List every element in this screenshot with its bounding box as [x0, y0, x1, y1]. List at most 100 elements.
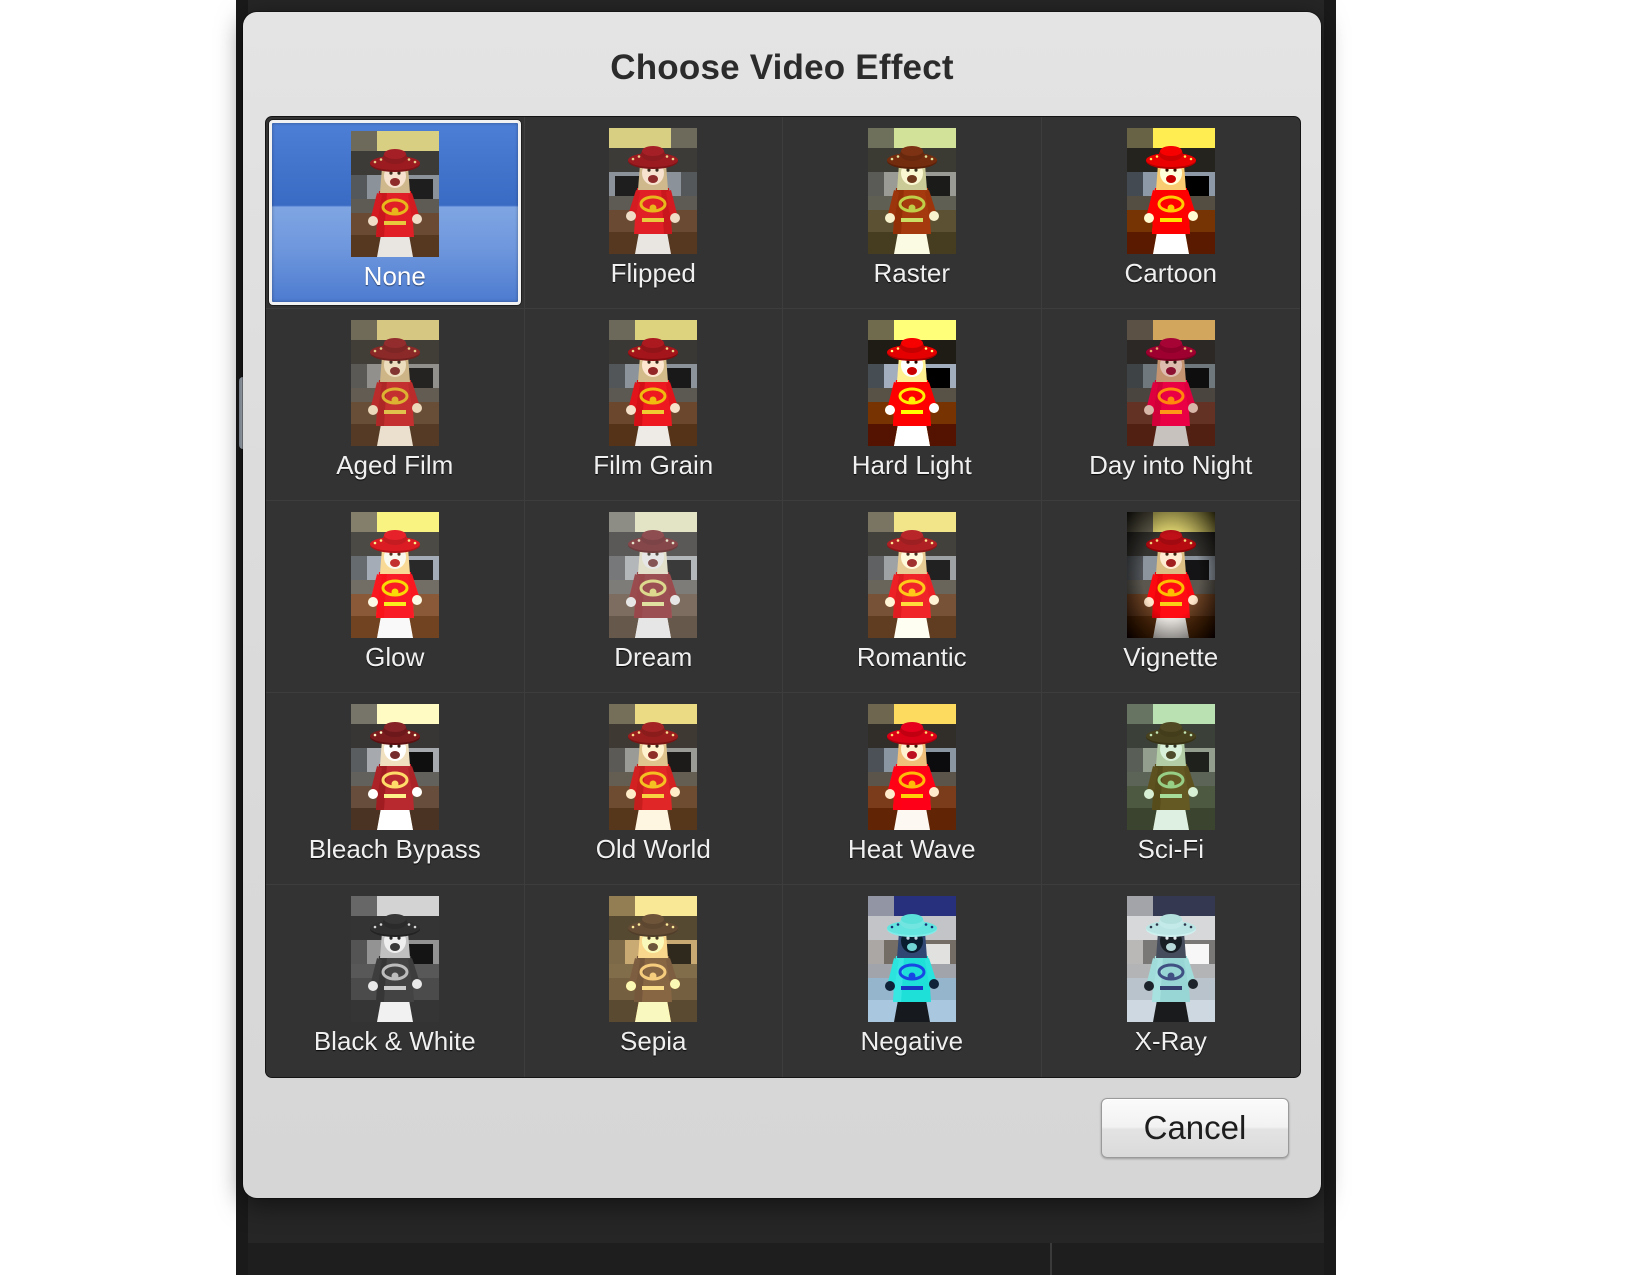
- effect-label-band: X-Ray: [1135, 1022, 1207, 1055]
- effect-cell-film-grain[interactable]: Film Grain: [524, 309, 783, 501]
- effect-preview-thumbnail-icon: [1126, 704, 1215, 830]
- effect-label: Cartoon: [1124, 258, 1218, 288]
- effect-thumbnail-wrapper: [1045, 320, 1298, 446]
- effect-label-band: Romantic: [857, 638, 967, 671]
- effect-thumbnail-wrapper: [786, 512, 1038, 638]
- effect-label: Old World: [595, 834, 711, 864]
- effect-cell-inner: Bleach Bypass: [269, 696, 521, 881]
- dialog-footer: Cancel: [243, 1078, 1321, 1198]
- effect-label: X-Ray: [1134, 1026, 1207, 1056]
- effect-label-band: Black & White: [314, 1022, 476, 1055]
- effect-label-band: Raster: [873, 254, 950, 287]
- effect-label-band: Flipped: [611, 254, 696, 287]
- effect-label-band: Heat Wave: [848, 830, 976, 863]
- effect-cell-hard-light[interactable]: Hard Light: [783, 309, 1042, 501]
- effect-cell-day-into-night[interactable]: Day into Night: [1041, 309, 1300, 501]
- effect-cell-black-and-white[interactable]: Black & White: [266, 885, 525, 1077]
- effect-cell-glow[interactable]: Glow: [266, 501, 525, 693]
- effect-cell-flipped[interactable]: Flipped: [524, 117, 783, 309]
- effect-label-band: Sepia: [620, 1022, 687, 1055]
- effect-cell-dream[interactable]: Dream: [524, 501, 783, 693]
- effect-cell-inner: Day into Night: [1045, 312, 1298, 497]
- effect-thumbnail-wrapper: [269, 512, 521, 638]
- effect-label-band: Day into Night: [1089, 446, 1252, 479]
- effect-thumbnail-wrapper: [1045, 512, 1298, 638]
- effect-label-band: Cartoon: [1125, 254, 1218, 287]
- effect-preview-thumbnail-icon: [609, 896, 698, 1022]
- effect-cell-sci-fi[interactable]: Sci-Fi: [1041, 693, 1300, 885]
- effect-label: Sci-Fi: [1137, 834, 1204, 864]
- effect-cell-inner: X-Ray: [1045, 888, 1298, 1074]
- cancel-button[interactable]: Cancel: [1101, 1098, 1289, 1158]
- effect-label-band: Negative: [860, 1022, 963, 1055]
- application-bottom-toolbar: [248, 1243, 1324, 1275]
- effect-preview-thumbnail-icon: [350, 131, 439, 257]
- effect-cell-inner: Cartoon: [1045, 120, 1298, 305]
- effect-cell-sepia[interactable]: Sepia: [524, 885, 783, 1077]
- effect-cell-aged-film[interactable]: Aged Film: [266, 309, 525, 501]
- effect-label-band: Bleach Bypass: [309, 830, 481, 863]
- effect-label: Glow: [365, 642, 425, 672]
- effect-cell-inner: Vignette: [1045, 504, 1298, 689]
- effect-label: Hard Light: [851, 450, 972, 480]
- effect-label-band: Vignette: [1123, 638, 1218, 671]
- effect-label: Heat Wave: [847, 834, 976, 864]
- effect-cell-inner: Old World: [528, 696, 780, 881]
- effect-cell-inner: Raster: [786, 120, 1038, 305]
- effect-label: Bleach Bypass: [308, 834, 481, 864]
- effect-label: Sepia: [620, 1026, 687, 1056]
- effect-thumbnail-wrapper: [786, 704, 1038, 830]
- effect-cell-inner: Romantic: [786, 504, 1038, 689]
- effect-cell-negative[interactable]: Negative: [783, 885, 1042, 1077]
- effect-label-band: Old World: [596, 830, 711, 863]
- effect-cell-inner: Dream: [528, 504, 780, 689]
- effect-cell-inner: Negative: [786, 888, 1038, 1074]
- screen-root: Choose Video Effect None Flipped Raster …: [0, 0, 1650, 1275]
- effect-label: Aged Film: [336, 450, 454, 480]
- effect-preview-thumbnail-icon: [609, 704, 698, 830]
- effect-cell-inner: Glow: [269, 504, 521, 689]
- dialog-title: Choose Video Effect: [610, 48, 954, 87]
- effect-label-band: None: [272, 257, 518, 290]
- effect-cell-inner: Sci-Fi: [1045, 696, 1298, 881]
- effect-label: Day into Night: [1089, 450, 1253, 480]
- effect-thumbnail-wrapper: [1045, 896, 1298, 1022]
- effect-preview-thumbnail-icon: [867, 896, 956, 1022]
- effect-label-band: Aged Film: [336, 446, 453, 479]
- effect-label-band: Dream: [614, 638, 692, 671]
- effect-thumbnail-wrapper: [786, 320, 1038, 446]
- effects-grid: None Flipped Raster Cartoon Aged Film Fi…: [265, 116, 1301, 1078]
- effect-thumbnail-wrapper: [528, 512, 780, 638]
- effect-cell-old-world[interactable]: Old World: [524, 693, 783, 885]
- effect-preview-thumbnail-icon: [609, 512, 698, 638]
- effect-preview-thumbnail-icon: [1126, 128, 1215, 254]
- effect-cell-heat-wave[interactable]: Heat Wave: [783, 693, 1042, 885]
- effect-thumbnail-wrapper: [269, 704, 521, 830]
- choose-video-effect-dialog: Choose Video Effect None Flipped Raster …: [243, 12, 1321, 1198]
- effect-cell-inner: Film Grain: [528, 312, 780, 497]
- effect-cell-bleach-bypass[interactable]: Bleach Bypass: [266, 693, 525, 885]
- effect-thumbnail-wrapper: [269, 320, 521, 446]
- effect-label: Negative: [860, 1026, 964, 1056]
- effect-preview-thumbnail-icon: [867, 128, 956, 254]
- effect-thumbnail-wrapper: [272, 131, 518, 257]
- effect-cell-romantic[interactable]: Romantic: [783, 501, 1042, 693]
- effect-cell-x-ray[interactable]: X-Ray: [1041, 885, 1300, 1077]
- effect-cell-vignette[interactable]: Vignette: [1041, 501, 1300, 693]
- effect-label: Black & White: [313, 1026, 476, 1056]
- effect-cell-inner: Sepia: [528, 888, 780, 1074]
- effect-preview-thumbnail-icon: [1126, 896, 1215, 1022]
- effect-preview-thumbnail-icon: [1126, 320, 1215, 446]
- effect-cell-inner: Black & White: [269, 888, 521, 1074]
- effect-cell-none[interactable]: None: [266, 117, 525, 309]
- effect-cell-cartoon[interactable]: Cartoon: [1041, 117, 1300, 309]
- effect-cell-inner: Heat Wave: [786, 696, 1038, 881]
- effect-cell-raster[interactable]: Raster: [783, 117, 1042, 309]
- effect-label: Flipped: [610, 258, 696, 288]
- effect-thumbnail-wrapper: [528, 128, 780, 254]
- effect-thumbnail-wrapper: [528, 704, 780, 830]
- effect-preview-thumbnail-icon: [1126, 512, 1215, 638]
- effect-thumbnail-wrapper: [269, 896, 521, 1022]
- effect-label: Dream: [614, 642, 693, 672]
- effect-label: Film Grain: [593, 450, 714, 480]
